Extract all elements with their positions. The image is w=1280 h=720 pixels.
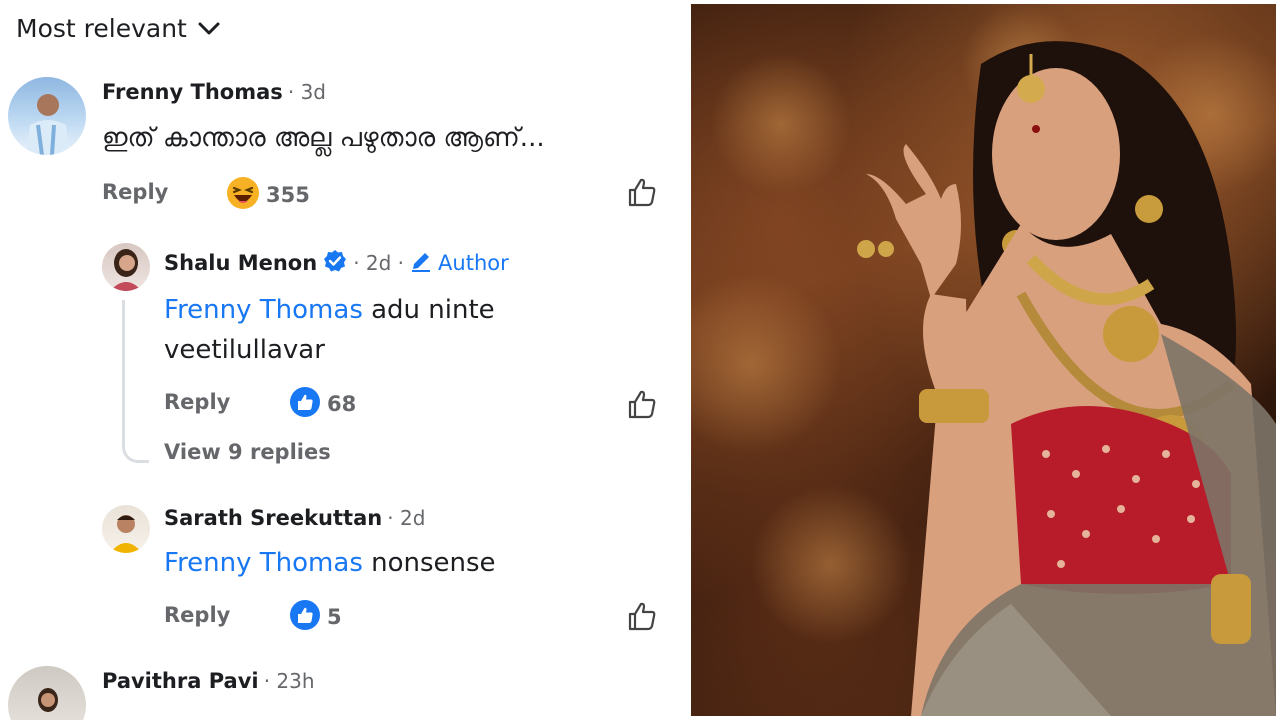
comment-time[interactable]: · 23h: [264, 669, 315, 693]
reaction-count: 355: [266, 183, 310, 207]
comment-time[interactable]: · 2d: [387, 506, 425, 530]
comment-text-rest: nonsense: [362, 548, 496, 578]
like-button[interactable]: [626, 600, 658, 636]
comment-time[interactable]: · 3d: [288, 80, 326, 104]
reply-button[interactable]: Reply: [164, 390, 230, 414]
comment-header: Sarath Sreekuttan · 2d: [164, 506, 425, 530]
comment-text: ഇത് കാന്താര അല്ല പഴുതാര ആണ്...: [102, 123, 545, 153]
thumbs-up-icon: [626, 602, 658, 636]
woman-in-red-saree-illustration: [691, 4, 1276, 716]
like-reaction-icon: [289, 386, 321, 422]
comment-time[interactable]: · 2d ·: [353, 251, 404, 275]
thread-connector: [122, 300, 149, 463]
thumbs-up-icon: [626, 178, 658, 212]
mention-link[interactable]: Frenny Thomas: [164, 295, 363, 325]
commenter-name[interactable]: Sarath Sreekuttan: [164, 506, 382, 530]
author-badge: Author: [438, 251, 509, 275]
sort-label: Most relevant: [16, 14, 187, 43]
like-reaction-icon: [289, 599, 321, 635]
chevron-down-icon: [197, 14, 221, 43]
reaction-summary[interactable]: 355: [226, 176, 310, 214]
comment-text-line2: veetilullavar: [164, 335, 325, 365]
reaction-summary[interactable]: 68: [289, 386, 356, 422]
thumbs-up-icon: [626, 390, 658, 424]
comment-text-line1: adu ninte: [362, 295, 495, 325]
avatar[interactable]: [8, 666, 86, 720]
avatar[interactable]: [8, 77, 86, 155]
haha-reaction-icon: [226, 176, 260, 214]
comments-panel: Most relevant Frenny Thomas · 3d ഇത് കാന…: [0, 0, 688, 720]
commenter-name[interactable]: Shalu Menon: [164, 251, 317, 275]
reply-button[interactable]: Reply: [164, 603, 230, 627]
commenter-name[interactable]: Frenny Thomas: [102, 80, 283, 104]
comment-text: Frenny Thomas nonsense: [164, 543, 496, 583]
verified-badge-icon: [323, 249, 347, 277]
like-button[interactable]: [626, 388, 658, 424]
comment-text: Frenny Thomas adu ninte: [164, 290, 495, 330]
reply-button[interactable]: Reply: [102, 180, 168, 204]
view-replies-link[interactable]: View 9 replies: [164, 440, 331, 464]
avatar[interactable]: [102, 243, 150, 291]
like-button[interactable]: [626, 176, 658, 212]
commenter-name[interactable]: Pavithra Pavi: [102, 669, 259, 693]
reaction-count: 68: [327, 392, 357, 416]
reaction-count: 5: [327, 605, 342, 629]
comment-header: Pavithra Pavi · 23h: [102, 669, 315, 693]
pencil-icon: [410, 250, 432, 276]
mention-link[interactable]: Frenny Thomas: [164, 548, 363, 578]
sort-dropdown[interactable]: Most relevant: [16, 14, 221, 43]
reaction-summary[interactable]: 5: [289, 599, 342, 635]
avatar[interactable]: [102, 505, 150, 553]
comment-header: Frenny Thomas · 3d: [102, 80, 326, 104]
photo: [691, 4, 1276, 716]
comment-header: Shalu Menon · 2d · Author: [164, 249, 509, 277]
